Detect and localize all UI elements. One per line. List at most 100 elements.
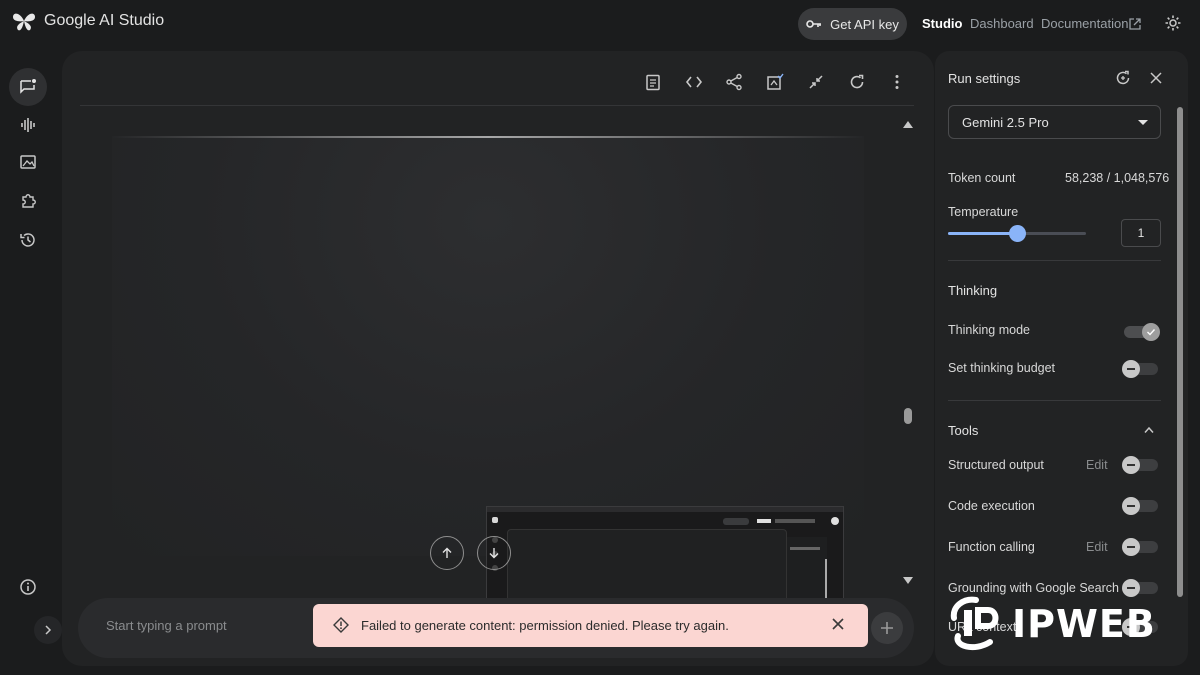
settings-gear-icon[interactable]	[1164, 14, 1182, 32]
toast-message: Failed to generate content: permission d…	[361, 618, 729, 633]
history-icon	[20, 233, 35, 247]
structured-output-label: Structured output	[948, 458, 1044, 472]
external-link-icon	[1129, 18, 1141, 30]
clipboard-icon[interactable]	[644, 73, 662, 91]
rail-build[interactable]	[9, 181, 47, 219]
embedded-screenshot-thumbnail	[486, 506, 844, 606]
arrow-up-icon	[442, 547, 452, 558]
gemini-logo-icon	[13, 13, 35, 31]
stream-icon	[21, 118, 35, 132]
error-toast: Failed to generate content: permission d…	[313, 604, 868, 647]
temperature-input[interactable]: 1	[1121, 219, 1161, 247]
code-execution-toggle[interactable]	[1122, 497, 1158, 515]
rail-media[interactable]	[9, 143, 47, 181]
refresh-icon[interactable]	[848, 73, 866, 91]
watermark-text: IPWEB	[1012, 602, 1156, 646]
brand[interactable]: Google AI Studio	[12, 10, 164, 32]
function-calling-edit-link[interactable]: Edit	[1086, 540, 1108, 554]
rail-stream[interactable]	[9, 106, 47, 144]
toolbar-divider	[80, 105, 914, 106]
run-settings-panel: Run settings Gemini 2.5 Pro Token count …	[935, 51, 1188, 666]
temperature-slider-fill	[948, 232, 1017, 235]
app-title: Google AI Studio	[44, 12, 165, 29]
grounding-search-label: Grounding with Google Search	[948, 581, 1119, 595]
scroll-down-arrow-icon[interactable]	[902, 576, 914, 586]
check-icon	[1147, 329, 1156, 336]
function-calling-label: Function calling	[948, 540, 1035, 554]
function-calling-toggle[interactable]	[1122, 538, 1158, 556]
tools-section-title: Tools	[948, 423, 979, 438]
toggle-knob	[1122, 579, 1140, 597]
rail-info[interactable]	[9, 568, 47, 606]
grounding-search-toggle[interactable]	[1122, 579, 1158, 597]
ipweb-logo-icon	[950, 596, 999, 651]
rail-new-chat[interactable]	[9, 68, 47, 106]
plus-icon	[881, 622, 893, 634]
rail-history[interactable]	[9, 221, 47, 259]
media-icon	[20, 155, 36, 169]
scroll-up-button[interactable]	[430, 536, 464, 570]
reset-settings-icon[interactable]	[1115, 70, 1131, 86]
ipweb-watermark: IPWEB	[950, 596, 1156, 652]
code-execution-label: Code execution	[948, 499, 1035, 513]
divider	[948, 400, 1161, 401]
chevron-right-icon	[45, 625, 52, 635]
arrow-down-icon	[489, 548, 499, 559]
token-count-value: 58,238 / 1,048,576	[1065, 171, 1170, 185]
thinking-mode-label: Thinking mode	[948, 323, 1030, 337]
fullscreen-icon[interactable]	[807, 73, 825, 91]
minus-icon	[1127, 587, 1135, 589]
scroll-up-arrow-icon[interactable]	[902, 119, 914, 129]
toggle-knob	[1142, 323, 1160, 341]
warning-diamond-icon	[333, 617, 349, 633]
nav-dashboard[interactable]: Dashboard	[970, 16, 1034, 31]
scrollbar-thumb[interactable]	[904, 408, 912, 424]
get-api-key-button[interactable]: Get API key	[798, 8, 907, 40]
thinking-budget-label: Set thinking budget	[948, 361, 1056, 375]
toggle-knob	[1122, 360, 1140, 378]
content-area	[112, 136, 864, 556]
scroll-down-button[interactable]	[477, 536, 511, 570]
main-chat-panel	[62, 51, 934, 666]
add-button[interactable]	[871, 612, 903, 644]
new-chat-icon	[20, 79, 36, 94]
structured-output-toggle[interactable]	[1122, 456, 1158, 474]
code-icon[interactable]	[685, 73, 703, 91]
content-glow-line	[112, 136, 864, 138]
temperature-slider[interactable]	[948, 225, 1086, 242]
minus-icon	[1127, 546, 1135, 548]
toggle-knob	[1122, 538, 1140, 556]
thinking-mode-toggle[interactable]	[1124, 323, 1160, 341]
thinking-budget-toggle[interactable]	[1122, 360, 1158, 378]
key-icon	[806, 20, 822, 28]
thinking-section-title: Thinking	[948, 283, 998, 298]
caret-down-icon	[1138, 120, 1148, 125]
close-icon[interactable]	[831, 617, 845, 631]
model-select[interactable]: Gemini 2.5 Pro	[948, 105, 1161, 139]
structured-output-edit-link[interactable]: Edit	[1086, 458, 1108, 472]
divider	[948, 260, 1161, 261]
get-api-key-label: Get API key	[830, 16, 899, 32]
close-panel-icon[interactable]	[1150, 72, 1162, 84]
compare-icon[interactable]	[766, 73, 784, 91]
top-bar: Google AI Studio Get API key Studio Dash…	[0, 0, 1200, 48]
chevron-up-icon[interactable]	[1144, 426, 1154, 434]
toggle-knob	[1122, 456, 1140, 474]
settings-scrollbar[interactable]	[1177, 107, 1183, 597]
toggle-knob	[1122, 497, 1140, 515]
nav-studio[interactable]: Studio	[922, 16, 962, 31]
minus-icon	[1127, 464, 1135, 466]
run-settings-title: Run settings	[948, 71, 1021, 86]
more-icon[interactable]	[888, 73, 906, 91]
build-icon	[22, 194, 36, 208]
temperature-label: Temperature	[948, 205, 1019, 219]
temperature-slider-handle[interactable]	[1009, 225, 1026, 242]
temperature-value: 1	[1137, 226, 1145, 240]
info-icon	[20, 579, 36, 595]
minus-icon	[1127, 505, 1135, 507]
share-icon[interactable]	[725, 73, 743, 91]
nav-documentation[interactable]: Documentation	[1041, 16, 1128, 31]
minus-icon	[1127, 368, 1135, 370]
expand-sidebar-button[interactable]	[34, 616, 62, 644]
token-count-label: Token count	[948, 171, 1016, 185]
